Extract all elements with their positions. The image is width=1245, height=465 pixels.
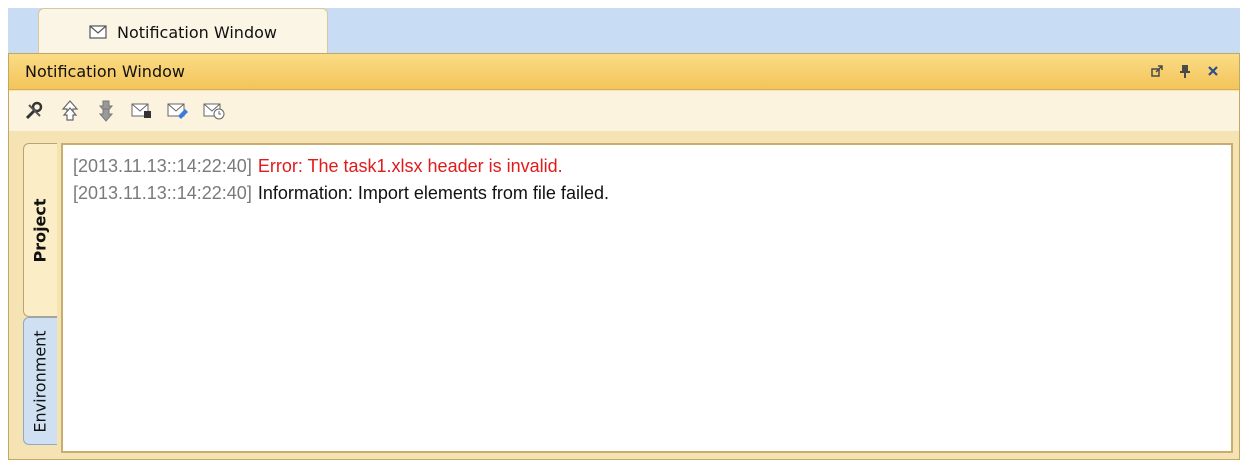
log-message: Error: The task1.xlsx header is invalid.: [257, 156, 563, 176]
notification-log[interactable]: [2013.11.13::14:22:40] Error: The task1.x…: [61, 143, 1233, 453]
delayed-icon[interactable]: [203, 100, 225, 122]
panel-controls: [1149, 63, 1221, 79]
side-tab-strip: Project Environment: [15, 131, 59, 451]
close-icon[interactable]: [1205, 63, 1221, 79]
mark-all-read-icon[interactable]: [167, 100, 189, 122]
tab-label: Notification Window: [117, 22, 277, 42]
tab-project[interactable]: Project: [23, 143, 57, 317]
panel-title: Notification Window: [25, 62, 185, 81]
log-line-error[interactable]: [2013.11.13::14:22:40] Error: The task1.x…: [73, 153, 1221, 180]
next-icon[interactable]: [95, 100, 117, 122]
tab-notification-window[interactable]: Notification Window: [38, 8, 328, 55]
document-tab-strip: Notification Window: [8, 8, 1240, 55]
tab-environment-label: Environment: [31, 329, 51, 433]
log-line-info[interactable]: [2013.11.13::14:22:40] Information: Impor…: [73, 180, 1221, 207]
notification-toolbar: [9, 91, 1239, 131]
notification-window-panel: Notification Window Project Environment …: [8, 53, 1240, 460]
mark-read-icon[interactable]: [131, 100, 153, 122]
log-message: Information: Import elements from file f…: [257, 183, 609, 203]
options-icon[interactable]: [23, 100, 45, 122]
previous-icon[interactable]: [59, 100, 81, 122]
tab-project-label: Project: [31, 197, 51, 263]
envelope-icon: [89, 25, 107, 39]
undock-icon[interactable]: [1149, 63, 1165, 79]
pin-icon[interactable]: [1177, 63, 1193, 79]
log-timestamp: [2013.11.13::14:22:40]: [73, 183, 252, 203]
tab-environment[interactable]: Environment: [23, 317, 57, 445]
log-timestamp: [2013.11.13::14:22:40]: [73, 156, 252, 176]
panel-title-bar: Notification Window: [9, 54, 1239, 90]
